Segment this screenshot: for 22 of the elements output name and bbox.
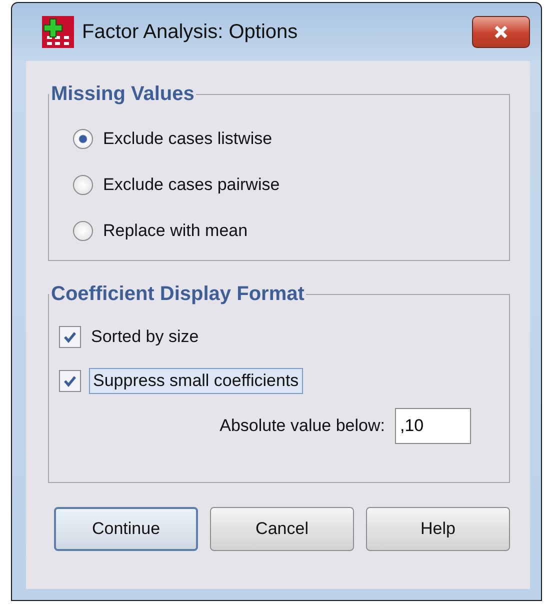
dialog-button[interactable]: Continue	[54, 507, 198, 551]
option-label[interactable]: Exclude cases pairwise	[101, 173, 282, 197]
dialog-button[interactable]: Cancel	[210, 507, 354, 551]
radio-button[interactable]	[73, 175, 93, 195]
option-label[interactable]: Exclude cases listwise	[101, 127, 274, 151]
checkmark-icon	[63, 330, 77, 344]
option-label[interactable]: Replace with mean	[101, 219, 250, 243]
group-title: Coefficient Display Format	[50, 283, 306, 306]
checkbox[interactable]	[59, 370, 81, 392]
dialog-button[interactable]: Help	[366, 507, 510, 551]
window-title: Factor Analysis: Options	[82, 20, 299, 44]
field-label: Absolute value below:	[220, 416, 385, 436]
option-label[interactable]: Suppress small coefficients	[89, 368, 303, 394]
close-button[interactable]	[472, 16, 530, 48]
input-field[interactable]: ,10	[395, 408, 471, 444]
checkbox[interactable]	[59, 326, 81, 348]
checkmark-icon	[63, 374, 77, 388]
app-icon	[42, 16, 74, 48]
radio-button[interactable]	[73, 221, 93, 241]
radio-button[interactable]	[73, 129, 93, 149]
option-label[interactable]: Sorted by size	[89, 325, 201, 349]
group-title: Missing Values	[50, 83, 196, 106]
